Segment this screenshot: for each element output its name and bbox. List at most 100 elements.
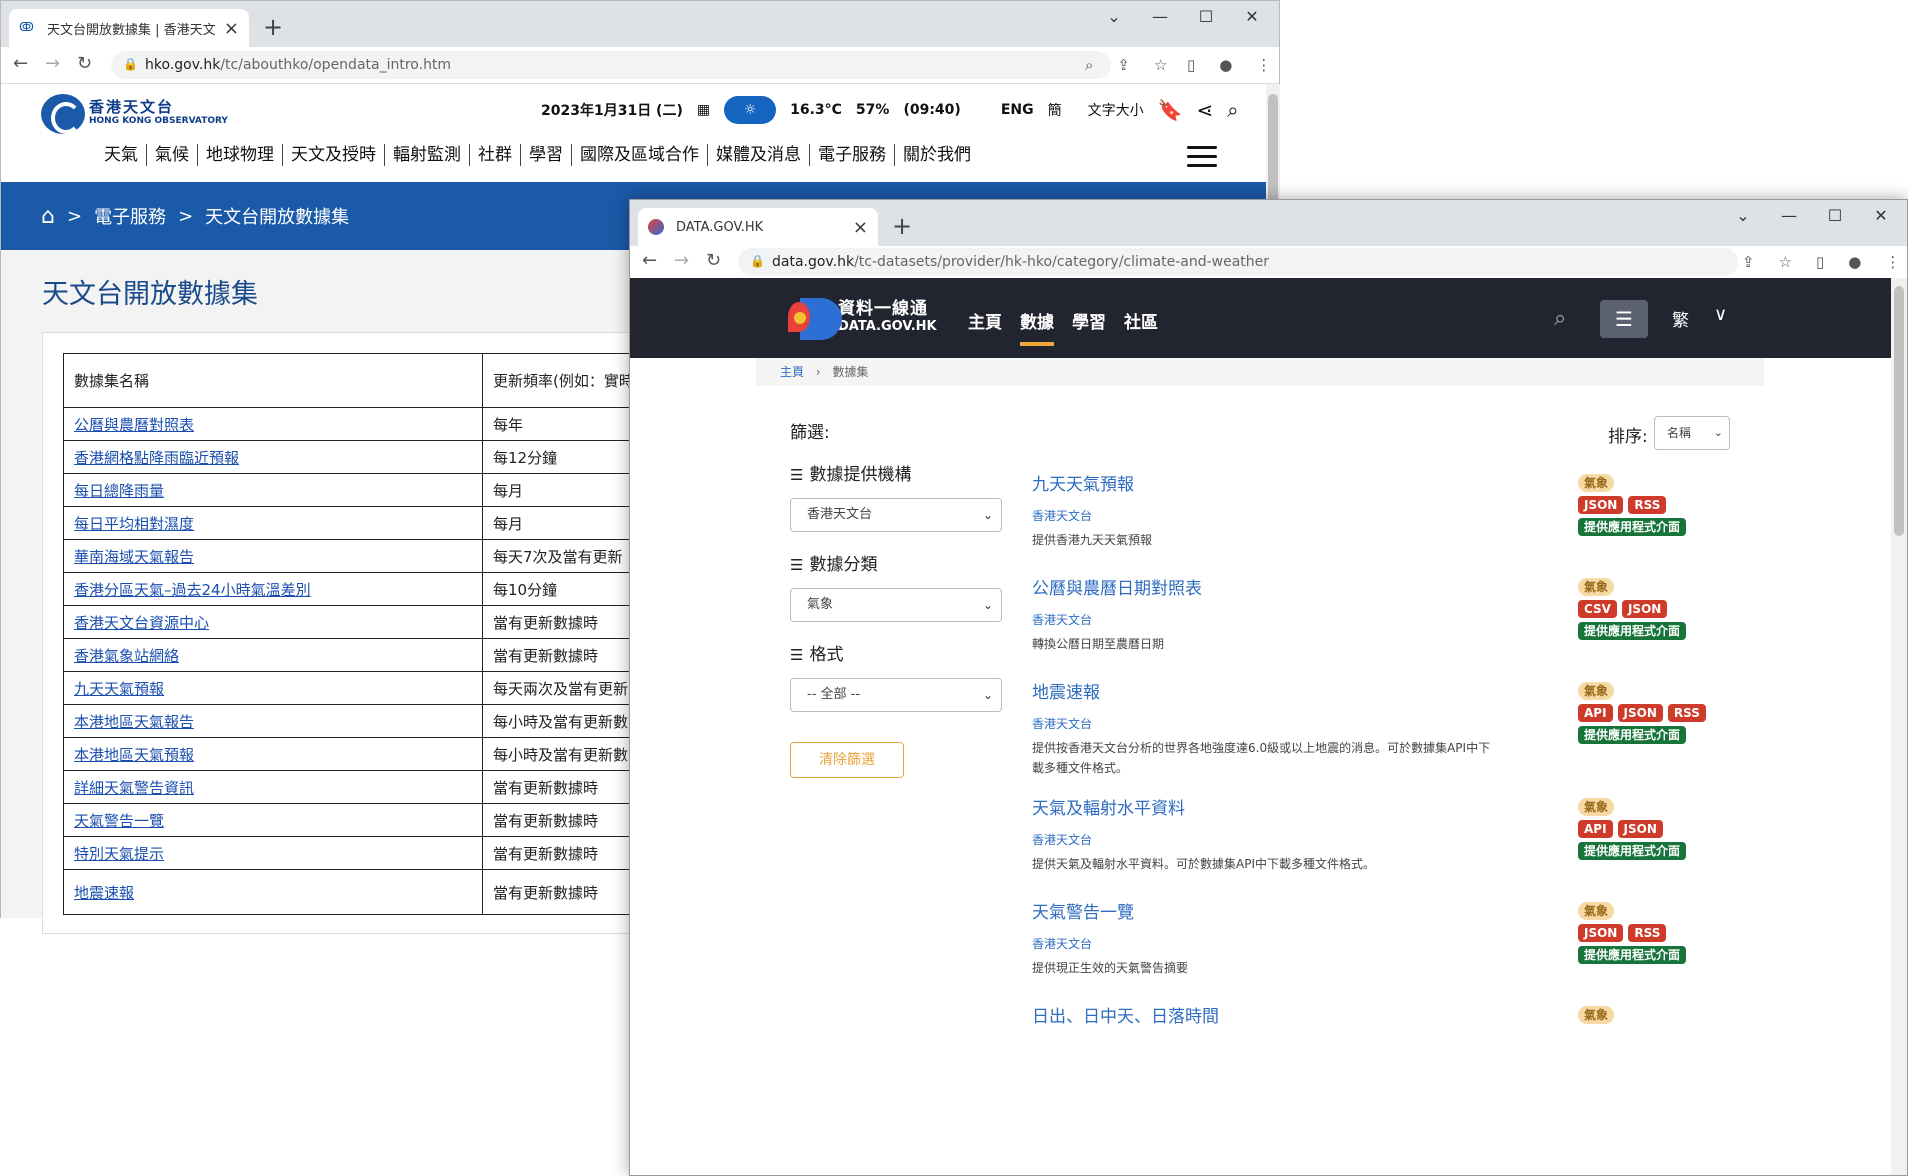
api-badge[interactable]: 提供應用程式介面: [1578, 946, 1687, 964]
dataset-provider-link[interactable]: 香港天文台: [1032, 935, 1632, 952]
reload-icon[interactable]: ↻: [706, 250, 721, 271]
weather-icon[interactable]: ☼: [724, 96, 777, 124]
dataset-title-link[interactable]: 天氣及輻射水平資料: [1032, 794, 1632, 819]
dataset-provider-link[interactable]: 香港天文台: [1032, 507, 1632, 524]
menu-kebab-icon[interactable]: ⋮: [1256, 56, 1271, 74]
dataset-link[interactable]: 本港地區天氣報告: [74, 713, 194, 731]
address-bar[interactable]: 🔒 hko.gov.hk/tc/abouthko/opendata_intro.…: [111, 51, 1111, 79]
font-size-link[interactable]: 文字大小: [1088, 100, 1144, 120]
language-toggle[interactable]: 繁: [1672, 306, 1689, 331]
nav-item[interactable]: 輻射監測: [385, 144, 470, 166]
close-tab-icon[interactable]: ×: [853, 217, 868, 238]
dataset-link[interactable]: 九天天氣預報: [74, 680, 164, 698]
api-badge[interactable]: 提供應用程式介面: [1578, 622, 1687, 640]
forward-icon[interactable]: →: [674, 250, 689, 271]
api-badge[interactable]: 提供應用程式介面: [1578, 842, 1687, 860]
format-select[interactable]: -- 全部 -- ⌄: [790, 678, 1002, 712]
bookmark-icon[interactable]: 🔖: [1158, 98, 1183, 122]
breadcrumb-eservices[interactable]: 電子服務: [94, 203, 166, 229]
format-badge[interactable]: JSON: [1621, 600, 1668, 618]
tab-hko[interactable]: ↂ 天文台開放數據集 | 香港天文台( ×: [9, 9, 249, 47]
tab-search-icon[interactable]: ⌄: [1720, 206, 1766, 225]
dataset-title-link[interactable]: 公曆與農曆日期對照表: [1032, 574, 1632, 599]
category-badge[interactable]: 氣象: [1578, 1006, 1615, 1024]
dataset-title-link[interactable]: 地震速報: [1032, 678, 1632, 703]
format-badge[interactable]: RSS: [1628, 924, 1667, 942]
tab-datagov[interactable]: DATA.GOV.HK ×: [638, 208, 878, 246]
category-badge[interactable]: 氣象: [1578, 798, 1615, 816]
home-icon[interactable]: ⌂: [41, 204, 55, 229]
format-badge[interactable]: CSV: [1578, 600, 1617, 618]
nav-item[interactable]: 天文及授時: [283, 144, 385, 166]
close-window-button[interactable]: ✕: [1229, 7, 1275, 26]
breadcrumb-home[interactable]: 主頁: [780, 365, 804, 379]
dataset-link[interactable]: 華南海域天氣報告: [74, 548, 194, 566]
menu-learn[interactable]: 學習: [1072, 308, 1106, 333]
nav-item[interactable]: 氣候: [147, 144, 198, 166]
lang-eng-link[interactable]: ENG: [1001, 102, 1034, 118]
scrollbar[interactable]: [1891, 278, 1907, 1175]
clear-filters-button[interactable]: 清除篩選: [790, 742, 904, 778]
format-badge[interactable]: JSON: [1578, 924, 1624, 942]
sort-select[interactable]: 名稱 ⌄: [1654, 416, 1730, 450]
profile-avatar-icon[interactable]: ●: [1219, 56, 1232, 74]
minimize-button[interactable]: —: [1137, 7, 1183, 26]
category-select[interactable]: 氣象 ⌄: [790, 588, 1002, 622]
maximize-button[interactable]: ☐: [1183, 7, 1229, 26]
menu-community[interactable]: 社區: [1124, 308, 1158, 333]
dataset-title-link[interactable]: 九天天氣預報: [1032, 470, 1632, 495]
dataset-link[interactable]: 每日總降雨量: [74, 482, 164, 500]
share-icon[interactable]: ⋖: [1197, 98, 1214, 122]
format-badge[interactable]: JSON: [1617, 704, 1663, 722]
api-badge[interactable]: 提供應用程式介面: [1578, 726, 1687, 744]
format-badge[interactable]: API: [1578, 820, 1613, 838]
dataset-link[interactable]: 公曆與農曆對照表: [74, 416, 194, 434]
menu-home[interactable]: 主頁: [968, 308, 1002, 333]
minimize-button[interactable]: —: [1766, 206, 1812, 225]
dataset-link[interactable]: 香港分區天氣–過去24小時氣溫差別: [74, 581, 311, 599]
profile-avatar-icon[interactable]: ●: [1848, 253, 1861, 271]
hko-logo[interactable]: 香港天文台 HONG KONG OBSERVATORY: [41, 94, 228, 134]
bookmark-star-icon[interactable]: ☆: [1779, 253, 1792, 271]
bookmark-star-icon[interactable]: ☆: [1154, 56, 1167, 74]
menu-kebab-icon[interactable]: ⋮: [1885, 253, 1900, 271]
address-bar[interactable]: 🔒 data.gov.hk/tc-datasets/provider/hk-hk…: [738, 248, 1738, 276]
side-panel-icon[interactable]: ▯: [1187, 56, 1195, 74]
format-badge[interactable]: RSS: [1667, 704, 1706, 722]
lang-sc-link[interactable]: 簡: [1048, 100, 1062, 120]
category-badge[interactable]: 氣象: [1578, 578, 1615, 596]
nav-item[interactable]: 社群: [470, 144, 521, 166]
format-badge[interactable]: JSON: [1617, 820, 1663, 838]
reload-icon[interactable]: ↻: [77, 53, 92, 74]
nav-item[interactable]: 電子服務: [810, 144, 895, 166]
dataset-link[interactable]: 香港天文台資源中心: [74, 614, 209, 632]
forward-icon[interactable]: →: [45, 53, 60, 74]
dataset-provider-link[interactable]: 香港天文台: [1032, 611, 1632, 628]
maximize-button[interactable]: ☐: [1812, 206, 1858, 225]
dataset-provider-link[interactable]: 香港天文台: [1032, 715, 1632, 732]
new-tab-button[interactable]: +: [892, 212, 912, 240]
nav-item[interactable]: 地球物理: [198, 144, 283, 166]
scrollbar-thumb[interactable]: [1894, 286, 1904, 536]
format-badge[interactable]: API: [1578, 704, 1613, 722]
dataset-title-link[interactable]: 日出、日中天、日落時間: [1032, 1002, 1632, 1027]
zoom-icon[interactable]: ⌕: [1085, 56, 1093, 74]
dataset-link[interactable]: 詳細天氣警告資訊: [74, 779, 194, 797]
chevron-down-icon[interactable]: ∨: [1714, 304, 1727, 325]
dataset-link[interactable]: 本港地區天氣預報: [74, 746, 194, 764]
nav-item[interactable]: 學習: [521, 144, 572, 166]
format-badge[interactable]: RSS: [1628, 496, 1667, 514]
category-badge[interactable]: 氣象: [1578, 682, 1615, 700]
category-badge[interactable]: 氣象: [1578, 902, 1615, 920]
share-icon[interactable]: ⇪: [1742, 253, 1755, 271]
close-tab-icon[interactable]: ×: [224, 18, 239, 39]
dataset-link[interactable]: 特別天氣提示: [74, 845, 164, 863]
category-badge[interactable]: 氣象: [1578, 474, 1615, 492]
dataset-link[interactable]: 地震速報: [74, 884, 134, 902]
dataset-title-link[interactable]: 天氣警告一覽: [1032, 898, 1632, 923]
api-badge[interactable]: 提供應用程式介面: [1578, 518, 1687, 536]
dataset-link[interactable]: 天氣警告一覽: [74, 812, 164, 830]
dataset-link[interactable]: 香港網格點降雨臨近預報: [74, 449, 239, 467]
back-icon[interactable]: ←: [642, 250, 657, 271]
search-icon[interactable]: ⌕: [1227, 98, 1238, 122]
